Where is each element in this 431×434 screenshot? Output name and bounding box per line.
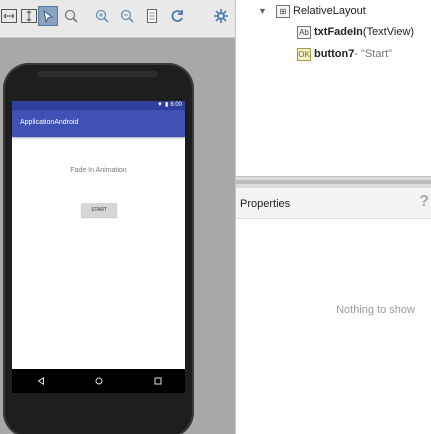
settings-icon[interactable] <box>212 7 230 25</box>
select-tool-icon[interactable] <box>38 6 58 26</box>
fade-in-text-view[interactable]: Fade In Animation <box>12 167 185 174</box>
recents-icon[interactable] <box>151 374 165 388</box>
device-screen <box>12 101 185 369</box>
status-time: 6:00 <box>170 102 182 108</box>
tree-item-type: - "Start" <box>354 48 393 60</box>
tree-item-txtfadein[interactable]: Ab txtFadeIn (TextView) <box>297 23 414 41</box>
properties-empty-text: Nothing to show <box>336 304 415 316</box>
tree-item-label: RelativeLayout <box>293 5 366 17</box>
collapse-arrow-icon[interactable]: ▼ <box>258 6 270 16</box>
properties-title: Properties <box>240 198 291 210</box>
design-preview-pane: ▼ ▮ 6:00 ApplicationAndroid Fade In Anim… <box>0 0 235 434</box>
relative-layout-icon: ⊞ <box>276 4 290 18</box>
properties-header: Properties ? <box>236 188 431 219</box>
tree-item-relativelayout[interactable]: ▼ ⊞ RelativeLayout <box>258 2 366 20</box>
start-button[interactable]: START <box>81 203 117 217</box>
help-icon[interactable]: ? <box>419 193 429 211</box>
fit-height-icon[interactable] <box>20 7 38 25</box>
device-speaker <box>37 71 158 77</box>
navigation-bar <box>12 369 185 393</box>
page-icon[interactable] <box>143 7 161 25</box>
status-bar: ▼ ▮ 6:00 <box>12 101 185 110</box>
home-icon[interactable] <box>92 374 106 388</box>
app-bar: ApplicationAndroid <box>12 110 185 137</box>
refresh-icon[interactable] <box>169 7 187 25</box>
zoom-out-icon[interactable] <box>118 7 136 25</box>
zoom-in-icon[interactable] <box>93 7 111 25</box>
zoom-actual-icon[interactable] <box>62 7 80 25</box>
battery-icon: ▮ <box>165 102 169 108</box>
back-icon[interactable] <box>34 374 48 388</box>
tree-item-name: txtFadeIn <box>314 26 363 38</box>
tree-item-name: button7 <box>314 48 355 60</box>
tree-item-type: (TextView) <box>362 26 415 38</box>
app-title: ApplicationAndroid <box>20 119 79 126</box>
wifi-icon: ▼ <box>157 102 163 108</box>
button-icon: OK <box>297 47 311 61</box>
design-toolbar <box>0 0 235 38</box>
splitter-grip[interactable] <box>236 180 431 184</box>
fit-width-icon[interactable] <box>0 7 18 25</box>
textview-icon: Ab <box>297 25 311 39</box>
tree-item-button7[interactable]: OK button7 - "Start" <box>297 45 392 63</box>
status-icons: ▼ ▮ 6:00 <box>157 101 182 110</box>
